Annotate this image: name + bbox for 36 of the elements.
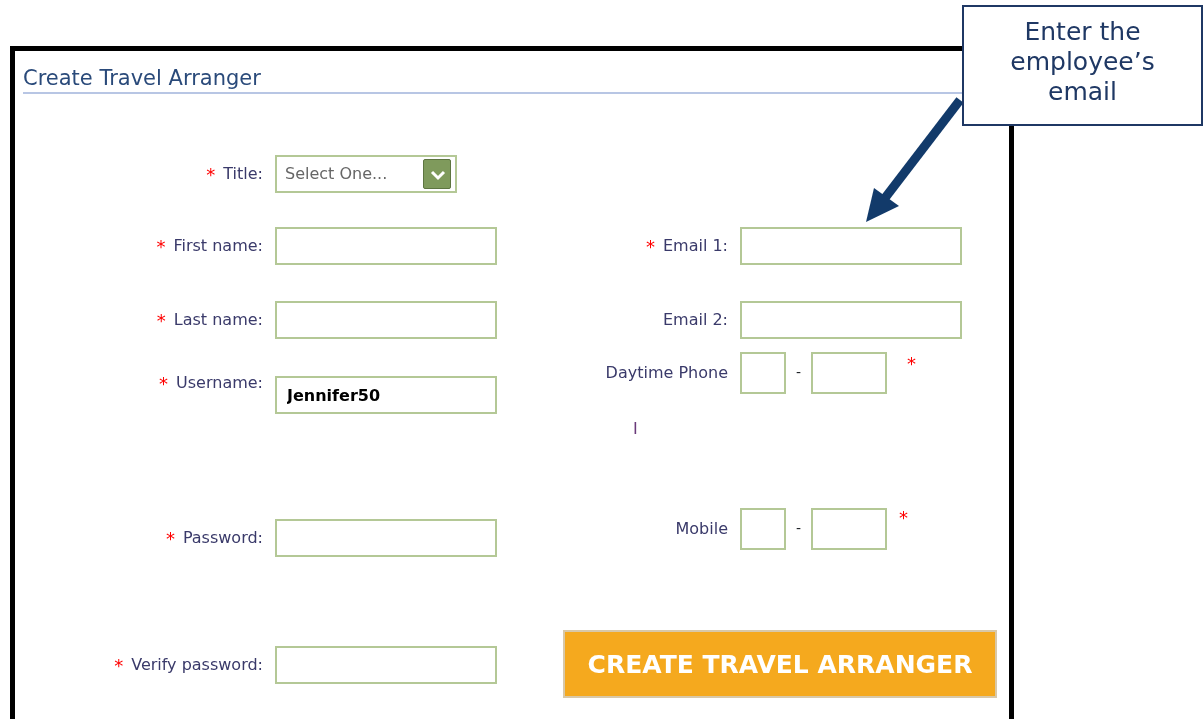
input-field[interactable]	[811, 508, 888, 551]
input-field[interactable]	[740, 508, 786, 551]
required-mark: *	[156, 234, 166, 259]
field-label: Verify password:	[131, 654, 263, 677]
required-mark: *	[114, 653, 124, 678]
field-label: Password:	[182, 527, 263, 550]
input-field[interactable]	[740, 352, 786, 395]
required-mark: *	[645, 234, 655, 259]
input-field[interactable]	[811, 352, 888, 395]
input-field[interactable]	[275, 646, 497, 685]
dropdown-icon[interactable]	[423, 159, 451, 190]
required-mark: *	[159, 371, 169, 396]
field-label: First name:	[173, 235, 263, 258]
required-mark: *	[206, 162, 216, 187]
field-label: Mobile	[675, 518, 728, 541]
separator: -	[796, 519, 802, 539]
cursor-mark: I	[633, 419, 638, 439]
input-field[interactable]	[740, 227, 962, 266]
field-label: Last name:	[173, 309, 263, 332]
input-field[interactable]	[275, 519, 497, 558]
form-title: Create Travel Arranger	[23, 65, 262, 92]
input-field[interactable]	[275, 227, 497, 266]
required-mark: *	[156, 308, 166, 333]
callout-box: Enter the employee’s email	[962, 5, 1203, 126]
input-field[interactable]	[275, 301, 497, 340]
required-mark: *	[165, 526, 175, 551]
field-label: Title:	[223, 163, 263, 186]
field-label: Username:	[176, 372, 263, 395]
input-field[interactable]	[740, 301, 962, 340]
separator: -	[796, 363, 802, 383]
select-field[interactable]: Select One...	[275, 155, 457, 194]
required-mark: *	[907, 352, 917, 377]
field-label: Email 1:	[662, 235, 728, 258]
required-mark: *	[899, 506, 909, 531]
field-label: Daytime Phone	[605, 362, 728, 385]
field-label: Email 2:	[662, 309, 728, 332]
